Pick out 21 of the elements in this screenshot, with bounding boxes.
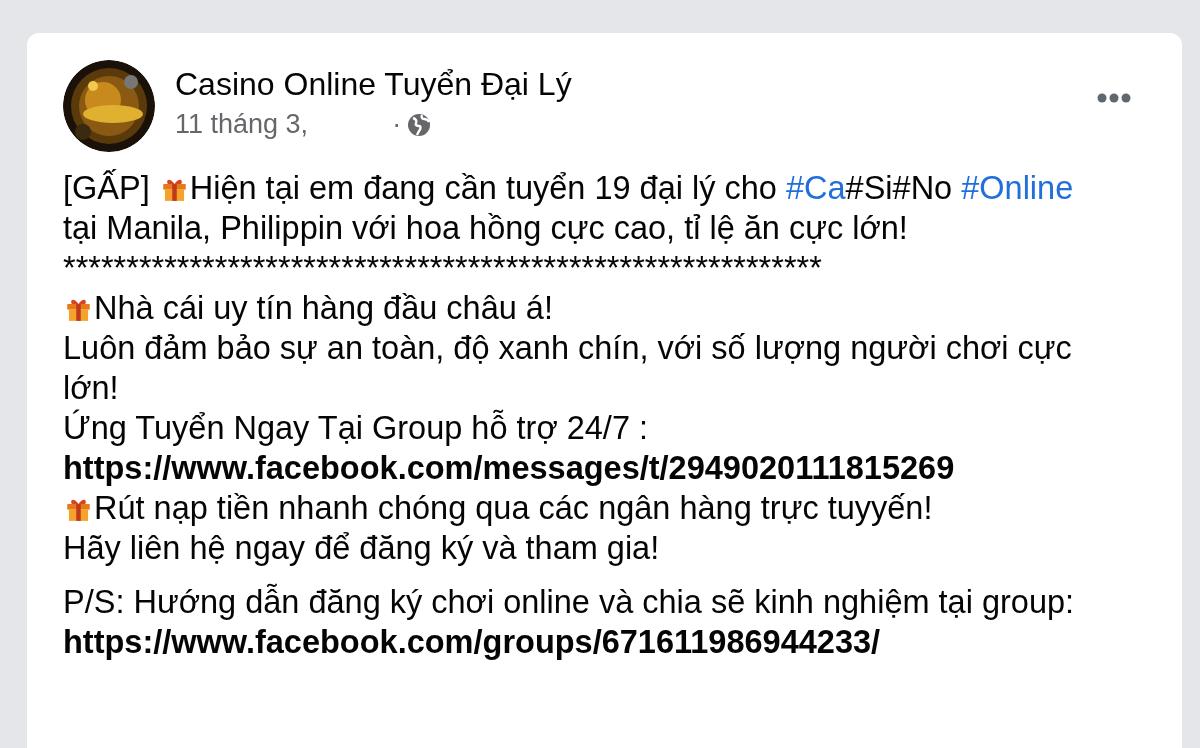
more-icon	[1096, 92, 1132, 104]
post-text: ************************************************************	[63, 249, 822, 287]
post-text: tại Manila, Philippin với hoa hồng cực cao, tỉ lệ ăn cực lớn!	[63, 209, 908, 247]
post-text: #Si#No	[845, 169, 954, 207]
post-text: Luôn đảm bảo sự an toàn, độ xanh chín, với số lượng người chơi cực	[63, 329, 1072, 367]
post-link[interactable]: https://www.facebook.com/groups/671611986944233/	[63, 622, 1162, 662]
post-text: Ứng Tuyển Ngay Tại Group hỗ trợ 24/7 :	[63, 409, 649, 447]
post-link[interactable]: https://www.facebook.com/messages/t/2949020111815269	[63, 448, 1162, 488]
hashtag-link[interactable]: #Ca	[785, 169, 846, 207]
post-text: Hiện tại em đang cần tuyển 19 đại lý cho	[189, 169, 778, 207]
hashtag-link[interactable]: #Online	[961, 169, 1074, 207]
post-date[interactable]: 11 tháng 3,	[175, 109, 309, 140]
author-name[interactable]: Casino Online Tuyển Đại Lý	[175, 66, 1088, 103]
separator-dot: ·	[392, 109, 402, 140]
post-text: Nhà cái uy tín hàng đầu châu á!	[94, 289, 553, 327]
post-text: lớn!	[63, 369, 119, 407]
globe-icon	[407, 112, 432, 137]
post-text: Rút nạp tiền nhanh chóng qua các ngân hàng trực tuyyến!	[94, 489, 933, 527]
post-text: P/S: Hướng dẫn đăng ký chơi online và chia sẽ kinh nghiệm tại group:	[63, 583, 1075, 621]
post-text: [GẤP]	[63, 169, 151, 207]
post-text: Hãy liên hệ ngay để đăng ký và tham gia!	[63, 529, 660, 567]
